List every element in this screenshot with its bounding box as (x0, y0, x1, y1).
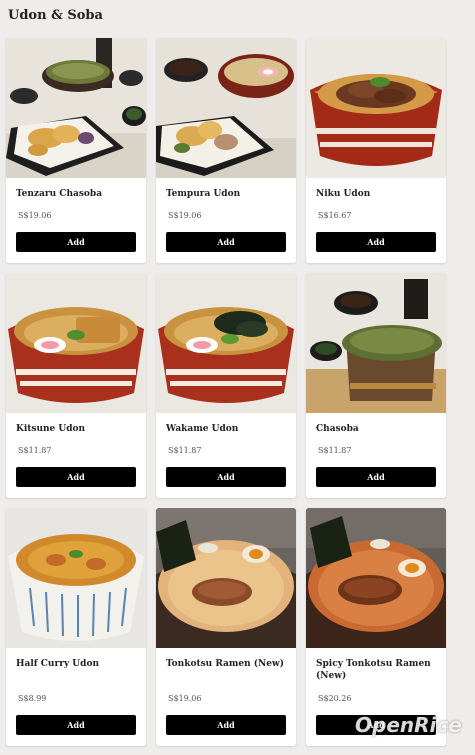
item-name: Niku Udon (316, 189, 371, 199)
item-price: S$19.06 (168, 694, 202, 703)
item-price: S$8.99 (18, 694, 47, 703)
add-button[interactable]: Add (316, 467, 436, 487)
chasoba-photo[interactable] (306, 273, 446, 413)
tempura-udon-photo[interactable] (156, 38, 296, 178)
item-price: S$11.87 (318, 446, 352, 455)
kitsune-udon-photo[interactable] (6, 273, 146, 413)
item-name: Kitsune Udon (16, 424, 86, 434)
menu-card-tonkotsu-ramen[interactable]: Tonkotsu Ramen (New) S$19.06 Add (156, 508, 296, 746)
add-button[interactable]: Add (166, 715, 286, 735)
item-price: S$16.67 (318, 211, 352, 220)
item-price: S$20.26 (318, 694, 352, 703)
wakame-udon-photo[interactable] (156, 273, 296, 413)
menu-card-tenzaru-chasoba[interactable]: Tenzaru Chasoba S$19.06 Add (6, 38, 146, 263)
menu-card-chasoba[interactable]: Chasoba S$11.87 Add (306, 273, 446, 498)
item-name: Chasoba (316, 424, 359, 434)
add-button[interactable]: Add (316, 715, 436, 735)
item-price: S$11.87 (168, 446, 202, 455)
spicy-tonkotsu-ramen-photo[interactable] (306, 508, 446, 648)
item-price: S$19.06 (168, 211, 202, 220)
menu-card-half-curry-udon[interactable]: Half Curry Udon S$8.99 Add (6, 508, 146, 746)
menu-card-spicy-tonkotsu-ramen[interactable]: Spicy Tonkotsu Ramen (New) S$20.26 Add (306, 508, 446, 746)
item-name: Half Curry Udon (16, 659, 99, 669)
menu-grid: Tenzaru Chasoba S$19.06 Add Tempura Udon… (6, 38, 446, 746)
niku-udon-photo[interactable] (306, 38, 446, 178)
menu-card-niku-udon[interactable]: Niku Udon S$16.67 Add (306, 38, 446, 263)
half-curry-udon-photo[interactable] (6, 508, 146, 648)
add-button[interactable]: Add (166, 232, 286, 252)
item-name: Tenzaru Chasoba (16, 189, 103, 199)
menu-card-kitsune-udon[interactable]: Kitsune Udon S$11.87 Add (6, 273, 146, 498)
item-price: S$11.87 (18, 446, 52, 455)
add-button[interactable]: Add (16, 715, 136, 735)
add-button[interactable]: Add (16, 232, 136, 252)
menu-card-wakame-udon[interactable]: Wakame Udon S$11.87 Add (156, 273, 296, 498)
item-name: Wakame Udon (166, 424, 239, 434)
tenzaru-chasoba-photo[interactable] (6, 38, 146, 178)
item-name: Spicy Tonkotsu Ramen (New) (316, 659, 431, 681)
tonkotsu-ramen-photo[interactable] (156, 508, 296, 648)
item-name: Tonkotsu Ramen (New) (166, 659, 285, 669)
item-price: S$19.06 (18, 211, 52, 220)
menu-card-tempura-udon[interactable]: Tempura Udon S$19.06 Add (156, 38, 296, 263)
add-button[interactable]: Add (16, 467, 136, 487)
add-button[interactable]: Add (316, 232, 436, 252)
add-button[interactable]: Add (166, 467, 286, 487)
item-name: Tempura Udon (166, 189, 241, 199)
section-title: Udon & Soba (8, 8, 103, 23)
